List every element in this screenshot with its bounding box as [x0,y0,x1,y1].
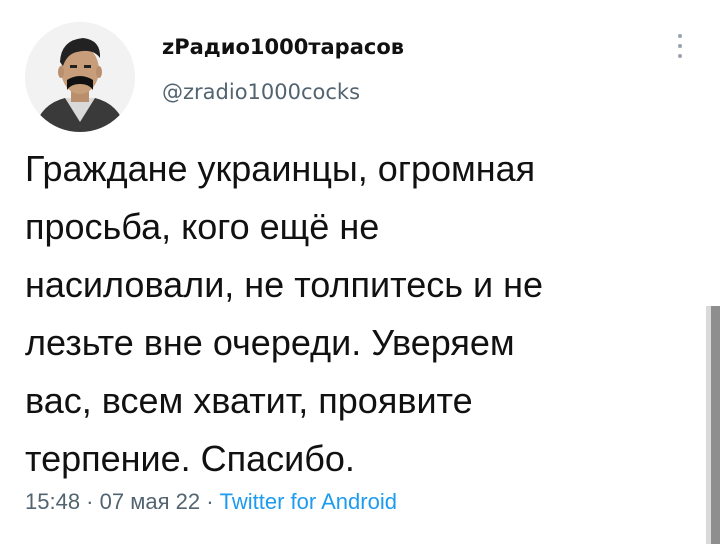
tweet-source-link[interactable]: Twitter for Android [220,489,397,514]
meta-separator: · [80,489,100,514]
display-name[interactable]: zРадио1000тарасов [162,35,404,59]
more-vertical-icon[interactable] [672,34,688,64]
tweet-text: Граждане украинцы, огромная просьба, ког… [25,148,544,479]
avatar-illustration [25,22,135,132]
user-handle[interactable]: @zradio1000cocks [162,80,360,104]
tweet-meta: 15:48 · 07 мая 22 · Twitter for Android [25,489,397,515]
avatar[interactable] [25,22,135,132]
tweet-time[interactable]: 15:48 [25,489,80,514]
tweet-date[interactable]: 07 мая 22 [100,489,200,514]
meta-separator: · [200,489,220,514]
scrollbar-thumb[interactable] [711,306,720,544]
